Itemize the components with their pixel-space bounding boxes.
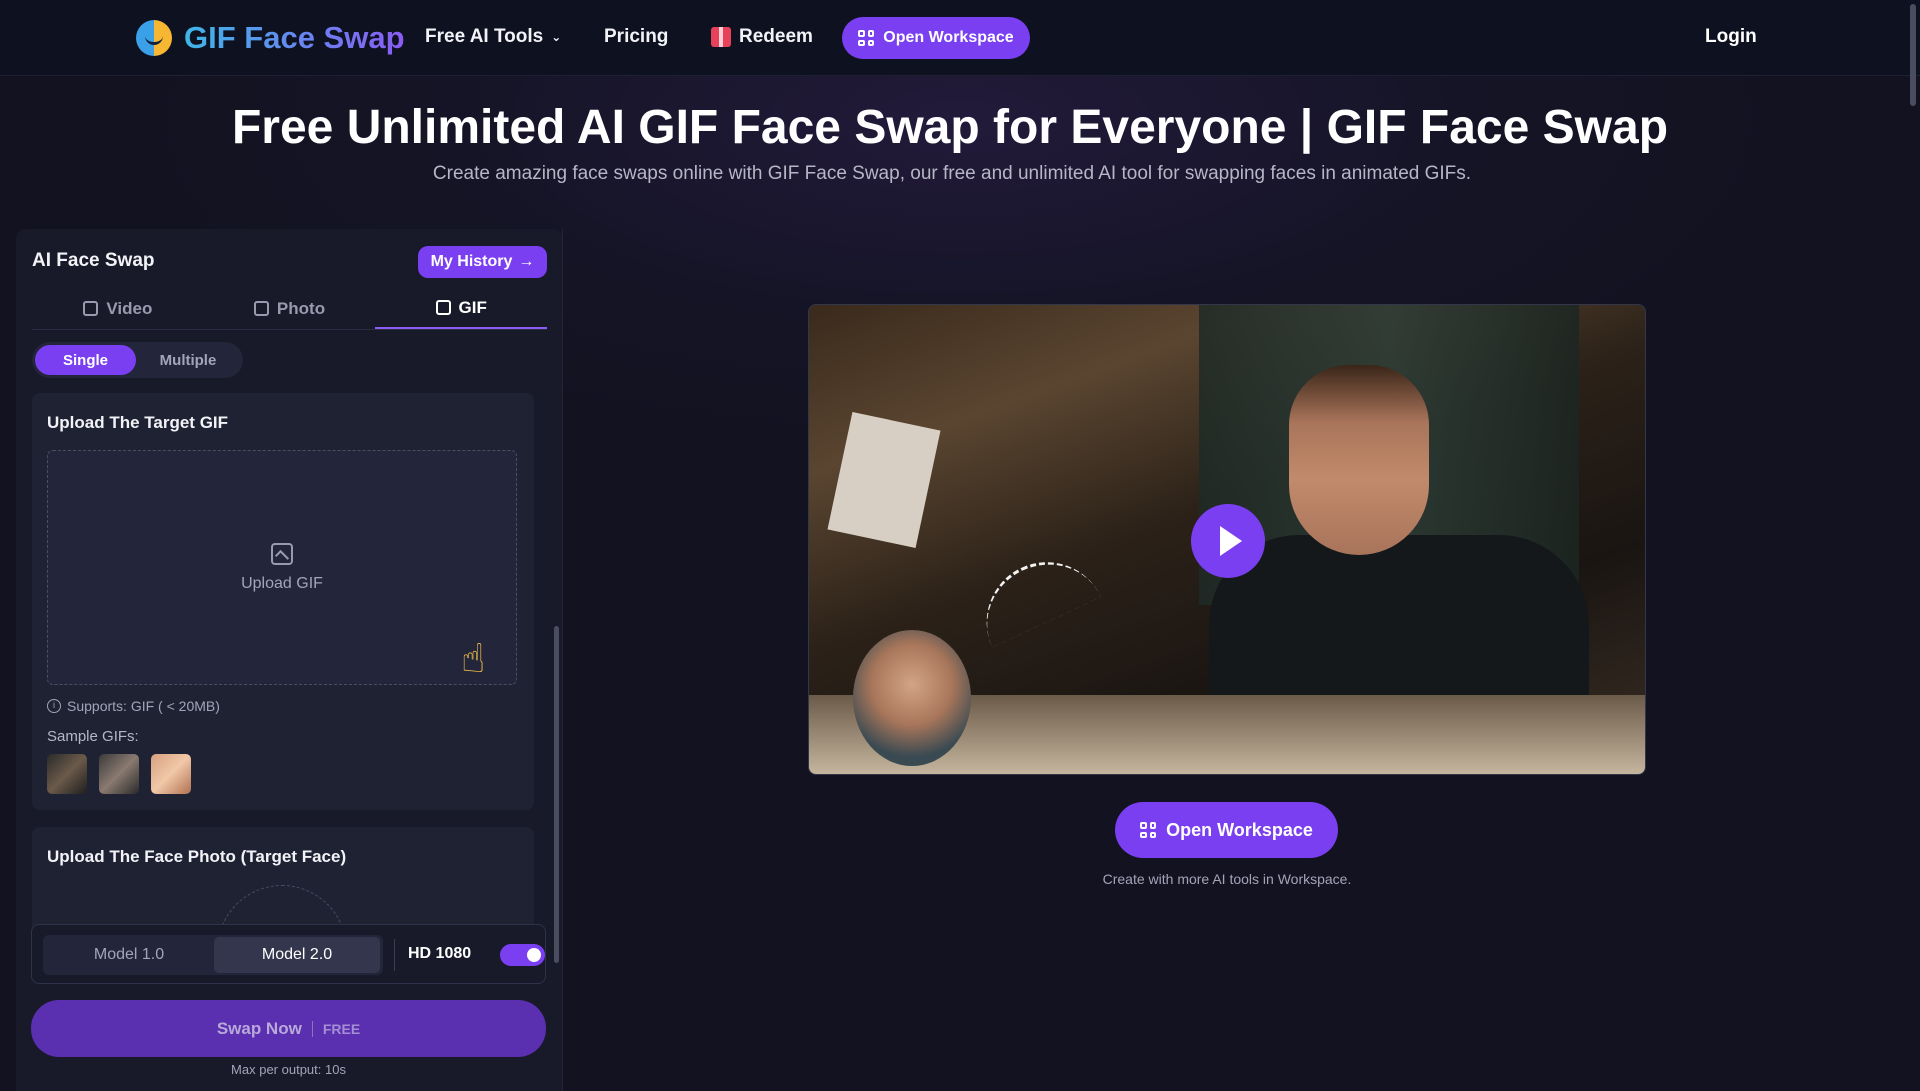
logo[interactable]: GIF Face Swap bbox=[136, 20, 405, 56]
mode-single-button[interactable]: Single bbox=[35, 345, 136, 375]
mode-toggle: Single Multiple bbox=[32, 342, 243, 378]
sample-gifs bbox=[47, 754, 191, 794]
open-workspace-button[interactable]: Open Workspace bbox=[1115, 802, 1338, 858]
tab-gif-label: GIF bbox=[458, 297, 487, 317]
logo-icon bbox=[136, 20, 172, 56]
demo-preview[interactable] bbox=[808, 304, 1646, 775]
preview-paper bbox=[827, 411, 941, 549]
mode-multiple-button[interactable]: Multiple bbox=[138, 345, 238, 375]
media-tabs: Video Photo GIF bbox=[32, 288, 548, 330]
dropzone-label: Upload GIF bbox=[241, 575, 323, 592]
supports-text: Supports: GIF ( < 20MB) bbox=[67, 698, 220, 714]
chevron-down-icon: ⌄ bbox=[551, 30, 562, 44]
model-options: Model 1.0 Model 2.0 HD 1080 bbox=[31, 924, 546, 984]
swap-now-button[interactable]: Swap Now FREE bbox=[31, 1000, 546, 1057]
divider bbox=[394, 939, 395, 971]
gif-icon bbox=[435, 300, 451, 315]
model-selector: Model 1.0 Model 2.0 bbox=[43, 935, 383, 975]
free-badge: FREE bbox=[322, 1020, 361, 1037]
grid-icon bbox=[1140, 822, 1157, 838]
sample-gif-thumbnail[interactable] bbox=[47, 754, 87, 794]
swap-now-label: Swap Now bbox=[216, 1018, 302, 1038]
upload-scroll-area: Upload The Target GIF Upload GIF ☝ i Sup… bbox=[32, 393, 547, 943]
page-title: Free Unlimited AI GIF Face Swap for Ever… bbox=[231, 101, 1669, 154]
info-icon: i bbox=[47, 699, 61, 713]
upload-image-icon bbox=[271, 543, 293, 565]
pointing-hand-icon: ☝ bbox=[461, 637, 486, 681]
supports-note: i Supports: GIF ( < 20MB) bbox=[47, 698, 220, 714]
hd-label: HD 1080 bbox=[408, 945, 472, 962]
nav-redeem[interactable]: Redeem bbox=[711, 26, 813, 48]
tab-gif[interactable]: GIF bbox=[375, 288, 548, 329]
workspace-note: Create with more AI tools in Workspace. bbox=[1102, 871, 1352, 887]
dashed-arrow-icon bbox=[966, 542, 1102, 648]
panel-scrollbar[interactable] bbox=[554, 626, 559, 963]
open-workspace-nav-label: Open Workspace bbox=[883, 29, 1014, 46]
model-1-button[interactable]: Model 1.0 bbox=[46, 937, 212, 973]
gif-dropzone[interactable]: Upload GIF ☝ bbox=[47, 450, 517, 685]
gift-icon bbox=[711, 27, 731, 47]
tab-photo-label: Photo bbox=[276, 298, 326, 318]
logo-text: GIF Face Swap bbox=[184, 20, 405, 55]
source-face-thumbnail bbox=[853, 630, 971, 766]
target-gif-card: Upload The Target GIF Upload GIF ☝ i Sup… bbox=[32, 393, 534, 810]
nav-free-ai-tools-label: Free AI Tools bbox=[425, 26, 544, 47]
nav-pricing-label: Pricing bbox=[604, 26, 669, 47]
open-workspace-nav-button[interactable]: Open Workspace bbox=[842, 17, 1030, 59]
page-scrollbar[interactable] bbox=[1910, 4, 1916, 106]
target-gif-title: Upload The Target GIF bbox=[47, 413, 229, 432]
nav-pricing[interactable]: Pricing bbox=[604, 26, 668, 48]
preview-person-face bbox=[1289, 365, 1429, 555]
tab-video-label: Video bbox=[106, 298, 153, 318]
arrow-right-icon: → bbox=[518, 253, 535, 270]
samples-label: Sample GIFs: bbox=[47, 728, 139, 745]
nav-redeem-label: Redeem bbox=[739, 26, 813, 47]
divider bbox=[311, 1020, 313, 1037]
sample-gif-thumbnail[interactable] bbox=[151, 754, 191, 794]
grid-icon bbox=[858, 30, 875, 46]
hd-toggle[interactable] bbox=[500, 944, 545, 966]
face-swap-panel: AI Face Swap My History → Video Photo GI… bbox=[16, 229, 563, 1091]
my-history-button[interactable]: My History → bbox=[418, 246, 547, 278]
open-workspace-label: Open Workspace bbox=[1166, 819, 1313, 840]
login-link[interactable]: Login bbox=[1705, 26, 1757, 48]
top-nav: GIF Face Swap Free AI Tools ⌄ Pricing Re… bbox=[0, 0, 1920, 76]
tab-photo[interactable]: Photo bbox=[204, 288, 376, 329]
page-subtitle: Create amazing face swaps online with GI… bbox=[432, 163, 1472, 184]
panel-title: AI Face Swap bbox=[32, 250, 155, 271]
film-icon bbox=[83, 301, 99, 316]
image-icon bbox=[253, 301, 269, 316]
max-output-note: Max per output: 10s bbox=[231, 1062, 346, 1077]
play-icon[interactable] bbox=[1191, 504, 1265, 578]
model-2-button[interactable]: Model 2.0 bbox=[214, 937, 380, 973]
nav-free-ai-tools[interactable]: Free AI Tools ⌄ bbox=[425, 26, 561, 48]
panel-divider bbox=[562, 229, 563, 1091]
sample-gif-thumbnail[interactable] bbox=[99, 754, 139, 794]
tab-video[interactable]: Video bbox=[32, 288, 204, 329]
my-history-label: My History bbox=[430, 253, 513, 270]
face-photo-title: Upload The Face Photo (Target Face) bbox=[47, 847, 347, 866]
